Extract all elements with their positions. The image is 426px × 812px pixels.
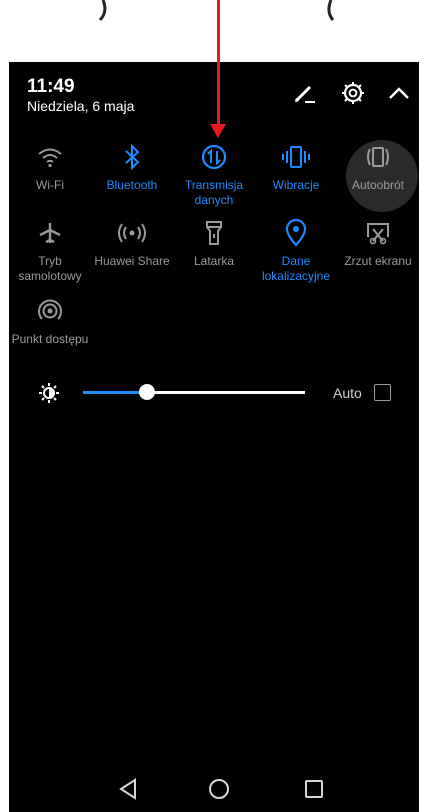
tile-location[interactable]: Dane lokalizacyjne	[255, 218, 337, 284]
mobile-data-icon	[201, 144, 227, 170]
tile-label: Punkt dostępu	[11, 332, 89, 346]
tile-vibration[interactable]: Wibracje	[255, 142, 337, 193]
home-icon[interactable]	[207, 777, 231, 801]
location-icon	[285, 219, 307, 247]
vibration-icon	[282, 146, 310, 168]
tile-label: Huawei Share	[94, 254, 170, 268]
top-crop-strokes	[98, 0, 335, 22]
recent-apps-icon[interactable]	[302, 777, 326, 801]
screenshot-icon	[367, 223, 389, 245]
brightness-slider-thumb[interactable]	[139, 384, 156, 400]
tile-label: Tryb samolotowy	[18, 254, 82, 283]
annotation-arrow-line	[217, 0, 220, 128]
tile-label: Autoobrót	[351, 178, 405, 192]
tile-mobile-data[interactable]: Transmisja danych	[173, 142, 255, 208]
tile-label: Latarka	[193, 254, 235, 268]
auto-brightness-checkbox[interactable]	[374, 384, 391, 401]
tile-label: Bluetooth	[106, 178, 158, 192]
tile-wifi[interactable]: Wi-Fi	[9, 142, 91, 193]
back-icon[interactable]	[117, 777, 141, 801]
tile-bluetooth[interactable]: Bluetooth	[91, 142, 173, 193]
edit-icon[interactable]	[291, 80, 317, 106]
tile-flashlight[interactable]: Latarka	[173, 218, 255, 269]
huawei-share-icon	[118, 223, 146, 243]
tile-auto-rotate[interactable]: Autoobrót	[337, 142, 419, 193]
tile-airplane[interactable]: Tryb samolotowy	[9, 218, 91, 284]
brightness-icon	[39, 383, 59, 403]
bluetooth-icon	[125, 144, 140, 170]
flashlight-icon	[206, 221, 222, 245]
tile-hotspot[interactable]: Punkt dostępu	[9, 296, 91, 347]
auto-brightness-label: Auto	[333, 385, 362, 401]
wifi-icon	[38, 148, 62, 168]
settings-icon[interactable]	[340, 80, 366, 106]
notification-panel: 11:49 Niedziela, 6 maja Wi-Fi Bluetooth …	[9, 62, 419, 812]
collapse-icon[interactable]	[386, 80, 412, 106]
tile-label: Dane lokalizacyjne	[261, 254, 331, 283]
tile-huawei-share[interactable]: Huawei Share	[91, 218, 173, 269]
brightness-slider-fill	[83, 391, 148, 394]
airplane-icon	[39, 223, 61, 244]
annotation-arrow-head	[210, 124, 226, 138]
tile-label: Wibracje	[272, 178, 320, 192]
tile-label: Wi-Fi	[36, 178, 64, 192]
tile-label: Transmisja danych	[184, 178, 244, 207]
status-time: 11:49	[27, 76, 75, 97]
tile-label: Zrzut ekranu	[344, 254, 412, 268]
hotspot-icon	[38, 299, 62, 320]
auto-rotate-icon	[367, 147, 389, 167]
tile-screenshot[interactable]: Zrzut ekranu	[337, 218, 419, 269]
status-date: Niedziela, 6 maja	[27, 98, 135, 114]
